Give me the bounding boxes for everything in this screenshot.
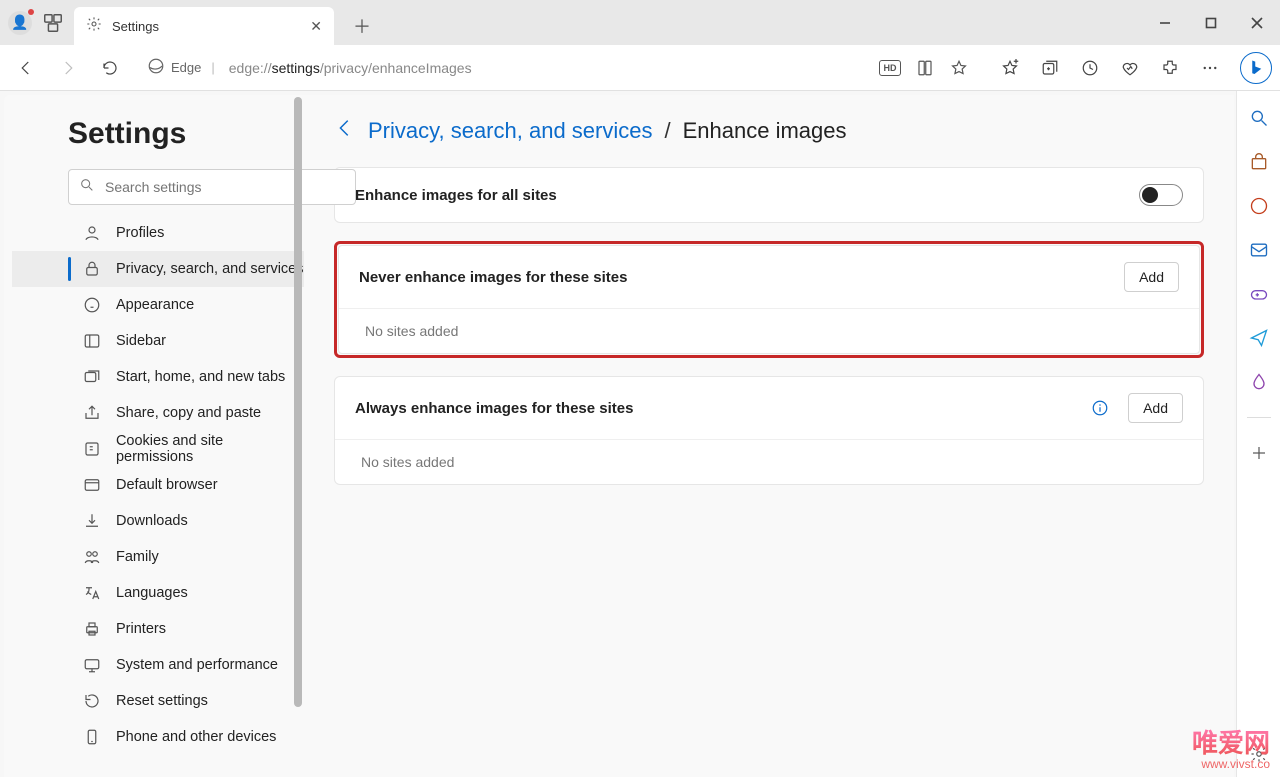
settings-sidebar: Settings Profiles Privacy, search, and s… <box>4 95 304 777</box>
nav-refresh-button[interactable] <box>92 50 128 86</box>
sidebar-drop-icon[interactable] <box>1246 369 1272 395</box>
performance-button[interactable] <box>1112 50 1148 86</box>
breadcrumb: Privacy, search, and services / Enhance … <box>334 117 1204 145</box>
nav-family[interactable]: Family <box>12 539 304 575</box>
share-icon <box>82 404 102 422</box>
printer-icon <box>82 620 102 638</box>
bing-button[interactable] <box>1240 52 1272 84</box>
url-text: edge://settings/privacy/enhanceImages <box>229 60 472 76</box>
gear-icon <box>86 16 102 37</box>
window-minimize-button[interactable] <box>1142 0 1188 45</box>
browser-toolbar: Edge | edge://settings/privacy/enhanceIm… <box>0 45 1280 91</box>
nav-forward-button <box>50 50 86 86</box>
cookies-icon <box>82 440 102 458</box>
sidebar-search-icon[interactable] <box>1246 105 1272 131</box>
browser-tab[interactable]: Settings ✕ <box>74 7 334 45</box>
nav-default-browser[interactable]: Default browser <box>12 467 304 503</box>
app-menu-button[interactable] <box>1192 50 1228 86</box>
nav-phone[interactable]: Phone and other devices <box>12 719 304 755</box>
highlight-box: Never enhance images for these sites Add… <box>334 241 1204 358</box>
card-never-title: Never enhance images for these sites <box>359 269 627 286</box>
edge-sidebar <box>1236 91 1280 777</box>
never-enhance-add-button[interactable]: Add <box>1124 262 1179 292</box>
sidebar-settings-icon[interactable] <box>1246 741 1272 767</box>
address-separator: | <box>211 60 214 75</box>
nav-profiles[interactable]: Profiles <box>12 215 304 251</box>
sidebar-divider <box>1247 417 1271 418</box>
favorite-star-icon[interactable] <box>949 58 969 78</box>
breadcrumb-separator: / <box>664 118 670 144</box>
card-always-enhance: Always enhance images for these sites Ad… <box>334 376 1204 485</box>
edge-label: Edge <box>171 60 201 75</box>
nav-printers[interactable]: Printers <box>12 611 304 647</box>
settings-search[interactable] <box>68 169 356 205</box>
nav-downloads[interactable]: Downloads <box>12 503 304 539</box>
profile-avatar[interactable]: 👤 <box>8 11 32 35</box>
sidebar-send-icon[interactable] <box>1246 325 1272 351</box>
card-enhance-all-sites: Enhance images for all sites <box>334 167 1204 223</box>
window-titlebar: 👤 Settings ✕ ＋ <box>0 0 1280 45</box>
always-enhance-empty: No sites added <box>335 440 1203 484</box>
sidebar-shopping-icon[interactable] <box>1246 149 1272 175</box>
always-enhance-add-button[interactable]: Add <box>1128 393 1183 423</box>
nav-privacy[interactable]: Privacy, search, and services <box>12 251 304 287</box>
card-always-title: Always enhance images for these sites <box>355 400 633 417</box>
reader-icon[interactable] <box>915 58 935 78</box>
nav-sidebar[interactable]: Sidebar <box>12 323 304 359</box>
sidebar-outlook-icon[interactable] <box>1246 237 1272 263</box>
workspaces-icon[interactable] <box>42 12 64 34</box>
sidebar-games-icon[interactable] <box>1246 281 1272 307</box>
nav-cookies[interactable]: Cookies and site permissions <box>12 431 304 467</box>
extensions-button[interactable] <box>1152 50 1188 86</box>
settings-search-input[interactable] <box>105 179 345 195</box>
appearance-icon <box>82 296 102 314</box>
favorites-button[interactable] <box>992 50 1028 86</box>
breadcrumb-parent-link[interactable]: Privacy, search, and services <box>368 118 652 144</box>
nav-start[interactable]: Start, home, and new tabs <box>12 359 304 395</box>
nav-back-button[interactable] <box>8 50 44 86</box>
language-icon <box>82 584 102 602</box>
nav-system[interactable]: System and performance <box>12 647 304 683</box>
window-maximize-button[interactable] <box>1188 0 1234 45</box>
settings-title: Settings <box>12 117 304 169</box>
nav-appearance[interactable]: Appearance <box>12 287 304 323</box>
download-icon <box>82 512 102 530</box>
collections-button[interactable] <box>1032 50 1068 86</box>
edge-logo-icon <box>147 57 165 78</box>
hd-badge-icon[interactable]: HD <box>879 60 901 76</box>
card-never-enhance: Never enhance images for these sites Add… <box>338 245 1200 354</box>
phone-icon <box>82 728 102 746</box>
never-enhance-empty: No sites added <box>339 309 1199 353</box>
sidebar-scrollbar[interactable] <box>292 95 304 777</box>
new-tab-button[interactable]: ＋ <box>344 13 380 39</box>
sidebar-icon <box>82 332 102 350</box>
window-close-button[interactable] <box>1234 0 1280 45</box>
sidebar-office-icon[interactable] <box>1246 193 1272 219</box>
search-icon <box>79 177 95 198</box>
history-button[interactable] <box>1072 50 1108 86</box>
sidebar-add-icon[interactable] <box>1246 440 1272 466</box>
toggle-enhance-all-sites[interactable] <box>1139 184 1183 206</box>
info-icon[interactable] <box>1090 398 1110 418</box>
settings-content: Privacy, search, and services / Enhance … <box>304 95 1234 777</box>
app-shell: Settings Profiles Privacy, search, and s… <box>0 91 1280 777</box>
browser-icon <box>82 476 102 494</box>
tab-title: Settings <box>112 19 300 34</box>
breadcrumb-current: Enhance images <box>683 118 847 144</box>
nav-reset[interactable]: Reset settings <box>12 683 304 719</box>
nav-languages[interactable]: Languages <box>12 575 304 611</box>
nav-share[interactable]: Share, copy and paste <box>12 395 304 431</box>
reset-icon <box>82 692 102 710</box>
card-enhance-all-title: Enhance images for all sites <box>355 187 557 204</box>
profiles-icon <box>82 224 102 242</box>
tabs-icon <box>82 368 102 386</box>
breadcrumb-back-icon[interactable] <box>334 117 356 145</box>
tab-close-icon[interactable]: ✕ <box>310 18 322 35</box>
address-bar[interactable]: Edge | edge://settings/privacy/enhanceIm… <box>138 51 978 85</box>
system-icon <box>82 656 102 674</box>
lock-icon <box>82 260 102 278</box>
family-icon <box>82 548 102 566</box>
